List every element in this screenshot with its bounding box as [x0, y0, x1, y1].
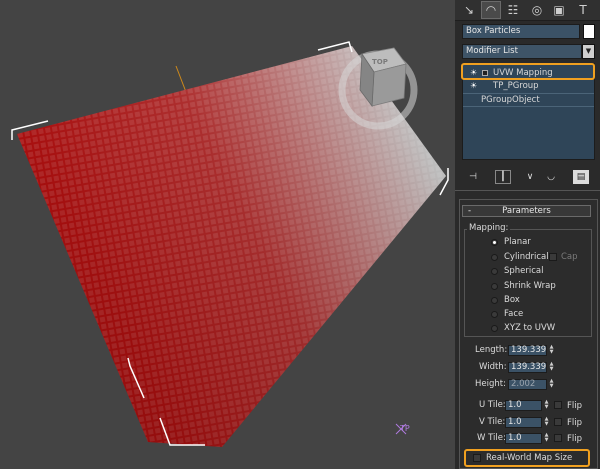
cap-checkbox[interactable]	[549, 253, 557, 261]
w-tile-spinner-icon[interactable]: ▲ ▼	[543, 433, 550, 443]
mapping-group-label: Mapping:	[467, 223, 511, 233]
stack-item-label: PGroupObject	[481, 95, 540, 105]
modify-tab-icon[interactable]: ◠	[481, 1, 501, 19]
radio-planar[interactable]	[491, 239, 498, 246]
v-tile-label: V Tile:	[479, 417, 506, 427]
length-label: Length:	[475, 345, 508, 355]
perspective-viewport[interactable]: TOP TP	[0, 0, 455, 469]
configure-modifier-sets-icon[interactable]: ▤	[573, 170, 589, 184]
w-flip-checkbox[interactable]	[554, 434, 562, 442]
label-face: Face	[504, 309, 524, 319]
lightbulb-icon[interactable]: ☀	[470, 80, 477, 92]
tp-label: TP	[399, 424, 410, 433]
label-planar: Planar	[504, 237, 531, 247]
panel-divider	[455, 190, 600, 191]
u-flip-checkbox[interactable]	[554, 401, 562, 409]
width-label: Width:	[479, 362, 507, 372]
radio-spherical[interactable]	[491, 268, 498, 275]
make-unique-icon[interactable]: ∨	[522, 170, 538, 184]
v-flip-checkbox[interactable]	[554, 418, 562, 426]
axis-gizmo-line	[175, 65, 187, 93]
u-tile-spinner-icon[interactable]: ▲ ▼	[543, 400, 550, 410]
tp-helper-icon[interactable]: TP	[395, 423, 410, 435]
viewcube-top-label: TOP	[372, 58, 388, 66]
stack-item-label: TP_PGroup	[493, 81, 539, 91]
rollout-title: Parameters	[502, 206, 551, 216]
u-tile-input[interactable]: 1.0	[505, 400, 542, 411]
particle-plate[interactable]	[17, 46, 446, 447]
u-tile-label: U Tile:	[479, 400, 506, 410]
height-input[interactable]: 2.002	[508, 379, 547, 390]
object-color-swatch[interactable]	[583, 24, 595, 39]
real-world-map-size-checkbox[interactable]	[473, 454, 481, 462]
create-tab-icon[interactable]: ↘	[459, 1, 479, 19]
label-shrink-wrap: Shrink Wrap	[504, 281, 556, 291]
parameters-rollout-header[interactable]: - Parameters	[462, 205, 591, 217]
label-spherical: Spherical	[504, 266, 544, 276]
label-box: Box	[504, 295, 520, 305]
label-cylindrical: Cylindrical	[504, 252, 549, 262]
real-world-map-size-label: Real-World Map Size	[486, 453, 573, 463]
chevron-down-icon[interactable]: ▼	[582, 44, 595, 59]
label-cap: Cap	[561, 252, 578, 262]
object-name-field[interactable]: Box Particles	[462, 24, 580, 39]
motion-tab-icon[interactable]: ◎	[527, 1, 547, 19]
width-input[interactable]: 139.339	[508, 362, 547, 373]
length-input[interactable]: 139.339	[508, 345, 547, 356]
height-spinner-icon[interactable]: ▲ ▼	[548, 379, 555, 389]
radio-face[interactable]	[491, 311, 498, 318]
length-spinner-icon[interactable]: ▲ ▼	[548, 345, 555, 355]
v-tile-spinner-icon[interactable]: ▲ ▼	[543, 417, 550, 427]
command-panel: ↘ ◠ ☷ ◎ ▣ Τ Box Particles Modifier List …	[455, 0, 600, 469]
label-xyz-to-uvw: XYZ to UVW	[504, 323, 556, 333]
radio-xyz-to-uvw[interactable]	[491, 325, 498, 332]
radio-cylindrical[interactable]	[491, 254, 498, 261]
modifier-list-dropdown[interactable]: Modifier List	[462, 44, 582, 59]
height-label: Height:	[475, 379, 506, 389]
stack-item-tp-pgroup[interactable]: ☀ TP_PGroup	[463, 80, 594, 92]
radio-shrink-wrap[interactable]	[491, 283, 498, 290]
v-flip-label: Flip	[567, 418, 583, 428]
collapse-icon[interactable]: -	[468, 206, 471, 217]
width-spinner-icon[interactable]: ▲ ▼	[548, 362, 555, 372]
radio-box[interactable]	[491, 297, 498, 304]
hierarchy-tab-icon[interactable]: ☷	[503, 1, 523, 19]
utilities-tab-icon[interactable]: Τ	[573, 1, 593, 19]
command-panel-tabs: ↘ ◠ ☷ ◎ ▣ Τ	[455, 0, 600, 21]
w-flip-label: Flip	[567, 434, 583, 444]
stack-item-pgroupobject[interactable]: PGroupObject	[463, 93, 594, 107]
w-tile-input[interactable]: 1.0	[505, 433, 542, 444]
v-tile-input[interactable]: 1.0	[505, 417, 542, 428]
show-end-result-icon[interactable]: ┃	[495, 170, 511, 184]
u-flip-label: Flip	[567, 401, 583, 411]
display-tab-icon[interactable]: ▣	[549, 1, 569, 19]
w-tile-label: W Tile:	[477, 433, 506, 443]
remove-modifier-icon[interactable]: ◡	[543, 170, 559, 184]
pin-stack-icon[interactable]: ⊣	[465, 170, 481, 184]
uvw-mapping-highlight	[461, 63, 595, 80]
